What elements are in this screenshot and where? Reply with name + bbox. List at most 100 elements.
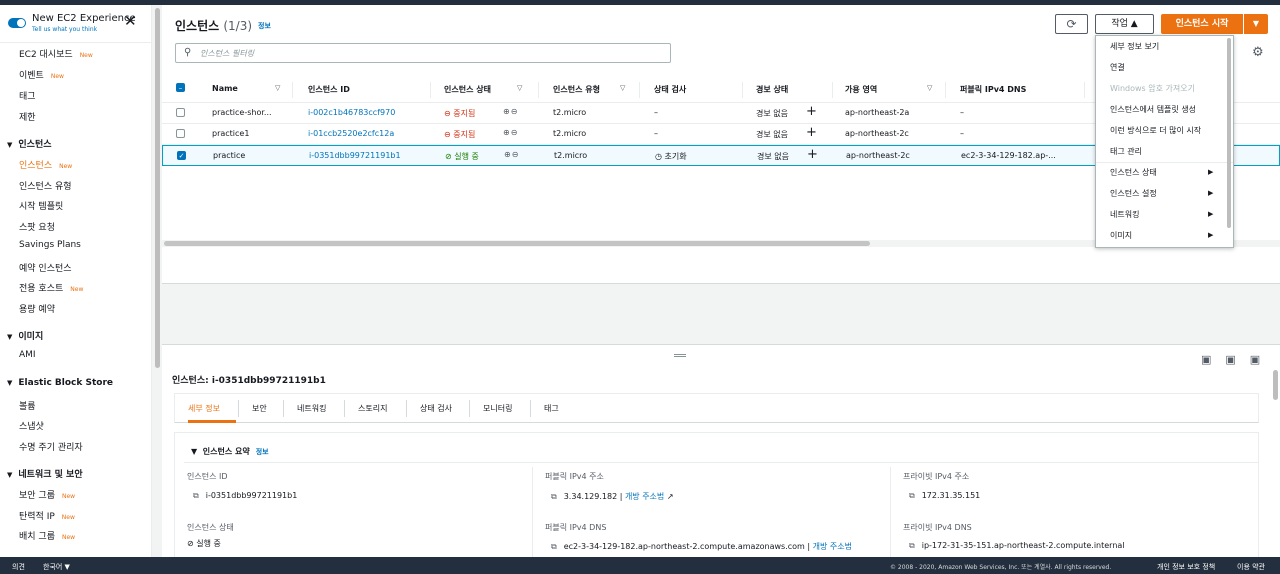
menu-item[interactable]: 인스턴스 설정 <box>1110 188 1157 199</box>
refresh-button[interactable]: ⟳ <box>1055 14 1088 34</box>
tab[interactable]: 모니터링 <box>483 403 512 414</box>
row-checkbox[interactable]: ✓ <box>177 151 186 160</box>
launch-instance-button[interactable]: 인스턴스 시작 <box>1161 14 1243 34</box>
sidebar-section-sidebar-sections-3[interactable]: ▼ 네트워크 및 보안 <box>7 467 83 480</box>
menu-item[interactable]: 연결 <box>1110 62 1125 73</box>
resize-handle-icon[interactable] <box>674 354 686 357</box>
menu-item[interactable]: 인스턴스 상태 <box>1110 167 1157 178</box>
open-address-link[interactable]: 개방 주소법 <box>625 492 664 501</box>
privacy-link[interactable]: 개인 정보 보호 정책 <box>1157 562 1215 572</box>
menu-item[interactable]: 이런 방식으로 더 많이 시작 <box>1110 125 1201 136</box>
language-selector[interactable]: 한국어 ▼ <box>43 562 70 572</box>
chevron-right-icon[interactable]: ▶ <box>1208 189 1213 197</box>
column-header[interactable]: 인스턴스 ID <box>308 84 350 95</box>
sort-icon[interactable]: ▽ <box>620 84 625 92</box>
horizontal-scrollbar[interactable] <box>164 241 870 246</box>
zoom-icons[interactable]: ⊕⊖ <box>503 128 518 137</box>
open-address-link[interactable]: 개방 주소법 <box>813 542 852 551</box>
close-icon[interactable]: ✕ <box>124 13 137 29</box>
copy-icon[interactable]: ⧉ <box>551 492 557 501</box>
column-header[interactable]: 인스턴스 유형 <box>553 84 600 95</box>
instance-id-link[interactable]: i-01ccb2520e2cfc12a <box>308 129 394 138</box>
tab[interactable]: 보안 <box>252 403 267 414</box>
launch-instance-dropdown[interactable]: ▼ <box>1244 14 1268 34</box>
instance-filter-input[interactable]: ⚲ 인스턴스 필터링 <box>175 43 671 63</box>
tab[interactable]: 태그 <box>544 403 559 414</box>
pane-layout-icons[interactable]: ▣▣▣ <box>1201 353 1274 366</box>
select-all-checkbox[interactable]: – <box>176 83 185 92</box>
menu-item[interactable]: 태그 관리 <box>1110 146 1142 157</box>
gear-icon[interactable]: ⚙ <box>1252 45 1264 60</box>
row-checkbox[interactable] <box>176 108 185 117</box>
column-divider[interactable] <box>1084 82 1085 98</box>
actions-button[interactable]: 작업 ▲ <box>1095 14 1154 34</box>
menu-item[interactable]: 네트워킹 <box>1110 209 1139 220</box>
zoom-icons[interactable]: ⊕⊖ <box>504 150 519 159</box>
tab[interactable]: 네트워킹 <box>297 403 326 414</box>
instance-id-link[interactable]: i-0351dbb99721191b1 <box>309 151 401 160</box>
sort-icon[interactable]: ▽ <box>927 84 932 92</box>
column-header[interactable]: 가용 영역 <box>845 84 877 95</box>
instance-id-link[interactable]: i-002c1b46783ccf970 <box>308 108 395 117</box>
column-header[interactable]: Name <box>212 84 238 93</box>
column-divider[interactable] <box>945 82 946 98</box>
section-title[interactable]: ▼ 인스턴스 요약 정보 <box>191 446 269 457</box>
sidebar-item[interactable]: 수명 주기 관리자 <box>19 440 83 453</box>
sidebar-item[interactable]: 예약 인스턴스 <box>19 261 72 274</box>
sidebar-item[interactable]: 볼륨 <box>19 399 36 412</box>
column-divider[interactable] <box>742 82 743 98</box>
chevron-right-icon[interactable]: ▶ <box>1208 231 1213 239</box>
zoom-icons[interactable]: ⊕⊖ <box>503 107 518 116</box>
sidebar-scrollbar[interactable] <box>155 8 160 368</box>
sidebar-item[interactable]: 시작 템플릿 <box>19 199 63 212</box>
chevron-down-icon[interactable]: ▼ <box>7 141 12 149</box>
add-alarm-icon[interactable]: + <box>806 125 817 140</box>
sort-icon[interactable]: ▽ <box>275 84 280 92</box>
column-header[interactable]: 경보 상태 <box>756 84 788 95</box>
external-link-icon[interactable]: ↗ <box>667 492 674 501</box>
sidebar-item[interactable]: 인스턴스 New <box>19 158 72 171</box>
chevron-right-icon[interactable]: ▶ <box>1208 168 1213 176</box>
new-experience-toggle[interactable] <box>8 18 26 28</box>
menu-item[interactable]: 이미지 <box>1110 230 1132 241</box>
sidebar-item[interactable]: EC2 대시보드 New <box>19 47 93 60</box>
chevron-down-icon[interactable]: ▼ <box>7 379 12 387</box>
menu-item[interactable]: 인스턴스에서 템플릿 생성 <box>1110 104 1196 115</box>
add-alarm-icon[interactable]: + <box>806 104 817 119</box>
chevron-down-icon[interactable]: ▼ <box>7 333 12 341</box>
sidebar-item[interactable]: 배치 그룹 New <box>19 529 75 542</box>
section-info-link[interactable]: 정보 <box>256 448 269 456</box>
row-checkbox[interactable] <box>176 129 185 138</box>
terms-link[interactable]: 이용 약관 <box>1237 562 1265 572</box>
sidebar-item[interactable]: 제한 <box>19 110 36 123</box>
column-divider[interactable] <box>832 82 833 98</box>
tab[interactable]: 스토리지 <box>358 403 387 414</box>
column-divider[interactable] <box>639 82 640 98</box>
sidebar-item[interactable]: 용량 예약 <box>19 302 55 315</box>
sidebar-item[interactable]: Savings Plans <box>19 240 81 250</box>
sidebar-item[interactable]: 스냅샷 <box>19 419 44 432</box>
feedback-link[interactable]: Tell us what you think <box>32 26 97 33</box>
column-header[interactable]: 인스턴스 상태 <box>444 84 491 95</box>
sort-icon[interactable]: ▽ <box>517 84 522 92</box>
sidebar-item[interactable]: 태그 <box>19 89 36 102</box>
sidebar-section-sidebar-sections-2[interactable]: ▼ Elastic Block Store <box>7 378 113 388</box>
sidebar-item[interactable]: 전용 호스트 New <box>19 281 83 294</box>
details-scrollbar[interactable] <box>1273 370 1278 400</box>
sidebar-item[interactable]: 탄력적 IP New <box>19 509 75 522</box>
copy-icon[interactable]: ⧉ <box>909 541 915 550</box>
tab[interactable]: 상태 검사 <box>420 403 452 414</box>
sidebar-item[interactable]: AMI <box>19 350 36 360</box>
feedback-link[interactable]: 의견 <box>12 562 25 572</box>
column-header[interactable]: 상태 검사 <box>654 84 686 95</box>
sidebar-item[interactable]: 보안 그룹 New <box>19 488 75 501</box>
chevron-down-icon[interactable]: ▼ <box>7 471 12 479</box>
info-link[interactable]: 정보 <box>258 21 271 31</box>
column-divider[interactable] <box>292 82 293 98</box>
sidebar-item[interactable]: 이벤트 New <box>19 68 64 81</box>
column-divider[interactable] <box>538 82 539 98</box>
copy-icon[interactable]: ⧉ <box>551 542 557 551</box>
chevron-right-icon[interactable]: ▶ <box>1208 210 1213 218</box>
sidebar-section-sidebar-sections-0[interactable]: ▼ 인스턴스 <box>7 137 52 150</box>
menu-item[interactable]: 세부 정보 보기 <box>1110 41 1159 52</box>
